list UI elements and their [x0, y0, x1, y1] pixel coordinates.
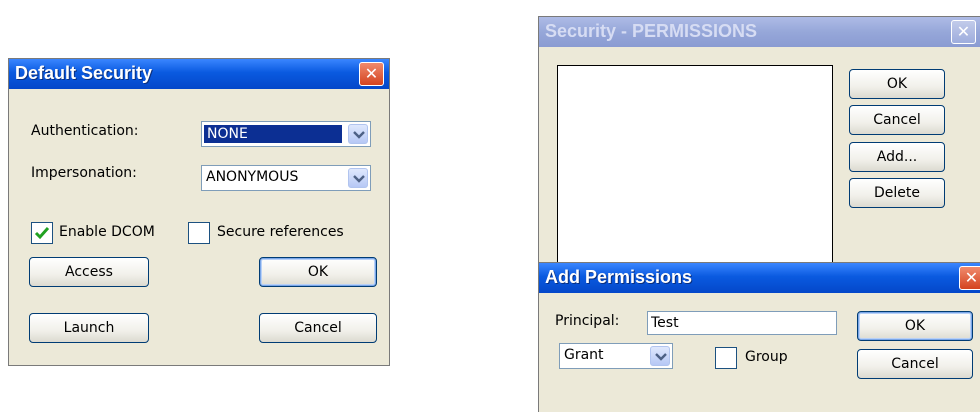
close-button[interactable]: ✕ [359, 62, 384, 86]
impersonation-select[interactable]: ANONYMOUS [201, 165, 371, 191]
security-permissions-titlebar[interactable]: Security - PERMISSIONS ✕ [539, 17, 980, 47]
secure-references-label[interactable]: Secure references [217, 224, 344, 240]
ok-button[interactable]: OK [849, 69, 945, 99]
authentication-label: Authentication: [31, 123, 139, 139]
close-icon: ✕ [964, 268, 979, 287]
dialog-title: Security - PERMISSIONS [545, 21, 758, 41]
impersonation-value: ANONYMOUS [206, 169, 299, 185]
default-security-dialog: Default Security ✕ Authentication: NONE … [8, 58, 390, 366]
enable-dcom-label[interactable]: Enable DCOM [59, 224, 155, 240]
impersonation-dropdown-button[interactable] [348, 168, 368, 188]
cancel-button[interactable]: Cancel [259, 313, 377, 343]
authentication-value: NONE [204, 125, 342, 143]
add-permissions-dialog: Add Permissions ✕ Principal: Grant Group… [538, 262, 980, 412]
ok-button[interactable]: OK [259, 257, 377, 287]
authentication-select[interactable]: NONE [201, 121, 371, 147]
group-checkbox[interactable] [715, 347, 737, 369]
chevron-down-icon [655, 353, 667, 361]
access-type-dropdown-button[interactable] [650, 346, 670, 366]
chevron-down-icon [353, 131, 365, 139]
authentication-dropdown-button[interactable] [348, 124, 368, 144]
cancel-button[interactable]: Cancel [849, 105, 945, 135]
launch-button[interactable]: Launch [29, 313, 149, 343]
add-permissions-titlebar[interactable]: Add Permissions ✕ [539, 263, 980, 293]
close-icon: ✕ [956, 22, 971, 41]
ok-button[interactable]: OK [857, 311, 973, 341]
delete-button[interactable]: Delete [849, 178, 945, 208]
principal-field[interactable] [647, 311, 837, 335]
secure-references-checkbox[interactable] [188, 222, 210, 244]
dialog-title: Add Permissions [545, 267, 693, 287]
add-button[interactable]: Add... [849, 142, 945, 172]
access-button[interactable]: Access [29, 257, 149, 287]
default-security-titlebar[interactable]: Default Security ✕ [9, 59, 389, 89]
chevron-down-icon [353, 175, 365, 183]
impersonation-label: Impersonation: [31, 165, 137, 181]
close-button[interactable]: ✕ [951, 20, 976, 44]
dialog-title: Default Security [15, 63, 153, 83]
access-type-value: Grant [564, 347, 604, 363]
close-icon: ✕ [364, 64, 379, 83]
permissions-list[interactable] [557, 65, 833, 263]
principal-label: Principal: [555, 313, 620, 329]
checkmark-icon [34, 227, 50, 240]
cancel-button[interactable]: Cancel [857, 349, 973, 379]
close-button[interactable]: ✕ [959, 266, 980, 290]
principal-input[interactable] [648, 312, 836, 334]
access-type-select[interactable]: Grant [559, 343, 673, 369]
group-label[interactable]: Group [745, 349, 788, 365]
enable-dcom-checkbox[interactable] [31, 222, 53, 244]
